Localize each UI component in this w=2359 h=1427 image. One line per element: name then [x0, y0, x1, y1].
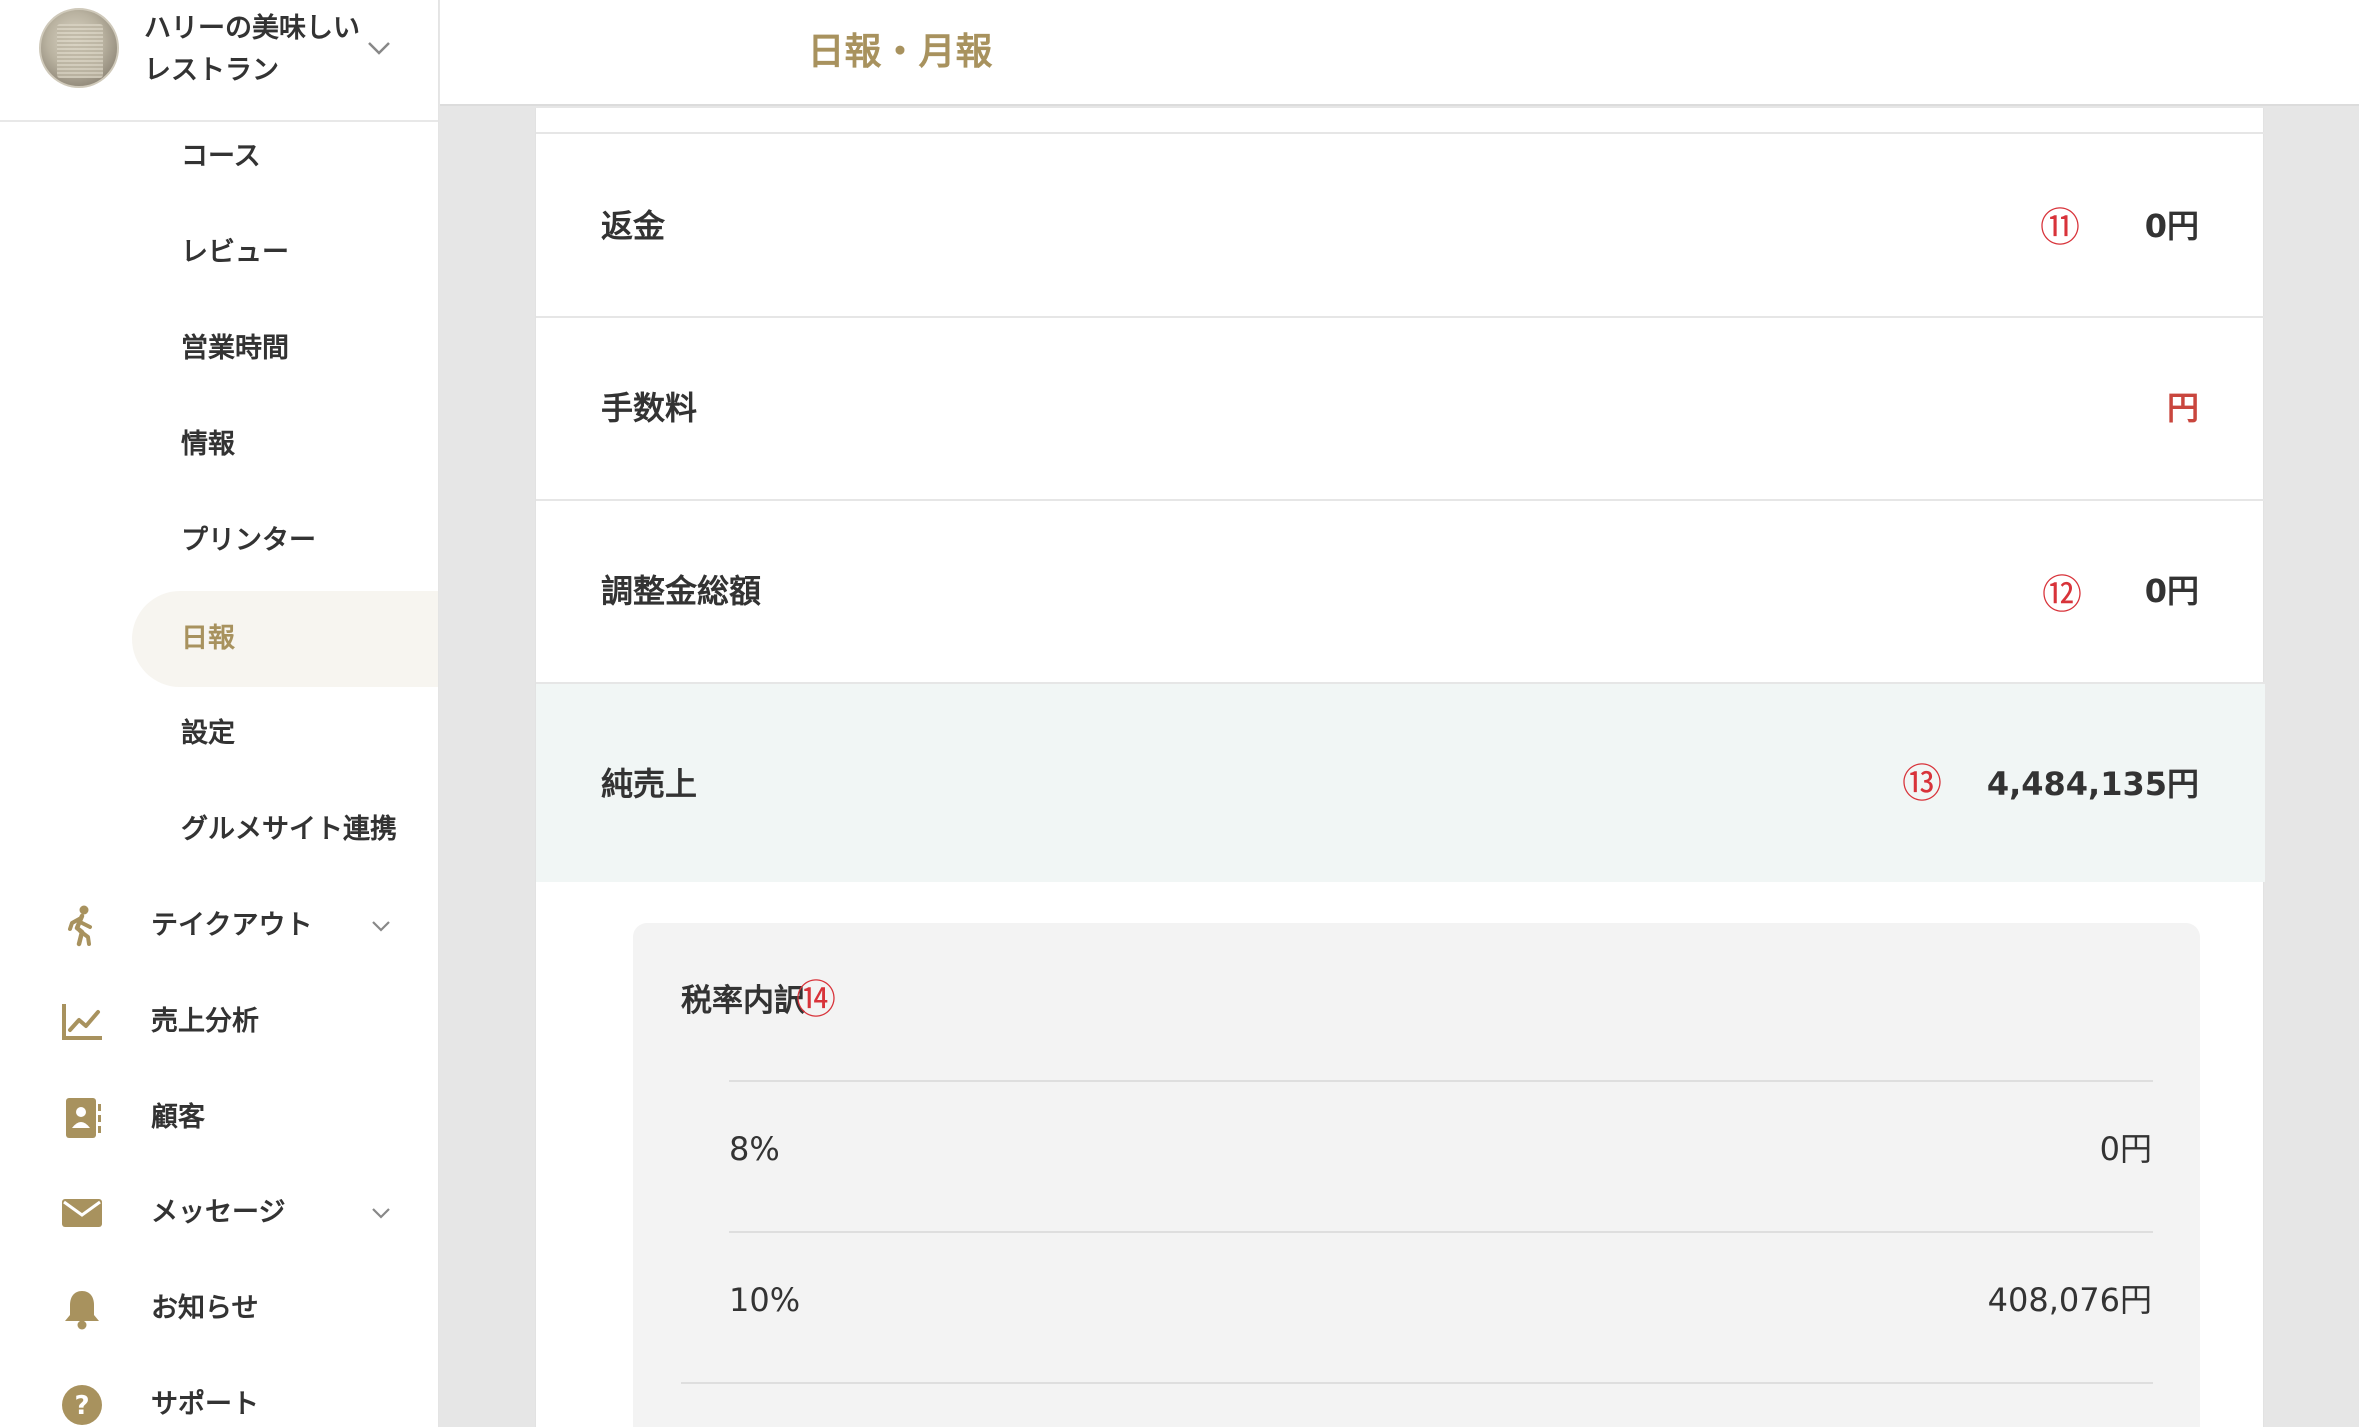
tax-rate-10: 10%: [729, 1281, 801, 1319]
top-bar: 日報・月報: [440, 0, 2359, 106]
shop-name: ハリーの美味しい レストラン: [144, 8, 374, 92]
page-title: 日報・月報: [807, 30, 993, 73]
sidebar: ハリーの美味しい レストラン コース レビュー 営業時間 情報 プリンター 日報…: [0, 0, 439, 1427]
sidebar-item-settings[interactable]: 設定: [181, 714, 235, 754]
adjustment-label: 調整金総額: [601, 572, 762, 610]
sidebar-item-business-hours[interactable]: 営業時間: [181, 329, 289, 369]
envelope-icon: [62, 1199, 102, 1227]
line-chart-icon: [62, 1004, 102, 1040]
active-item-highlight: [132, 591, 438, 687]
shop-name-line2: レストラン: [144, 55, 279, 86]
annotation-marker-13: ⑬: [1902, 761, 1942, 807]
fee-row: 手数料 円: [536, 316, 2265, 499]
sidebar-item-label: 売上分析: [151, 1006, 259, 1037]
bell-icon: [65, 1291, 99, 1330]
sidebar-item-notices[interactable]: お知らせ: [0, 1279, 438, 1339]
sidebar-item-daily-report[interactable]: 日報: [181, 619, 235, 659]
sidebar-item-printer[interactable]: プリンター: [181, 521, 316, 561]
sidebar-item-label: メッセージ: [151, 1197, 286, 1228]
net-sales-label: 純売上: [601, 765, 698, 803]
shop-selector[interactable]: ハリーの美味しい レストラン: [0, 0, 438, 122]
divider: [729, 1080, 2153, 1082]
annotation-marker-11: ⑪: [2040, 205, 2080, 251]
divider: [681, 1382, 2153, 1384]
fee-label: 手数料: [601, 389, 698, 427]
sidebar-item-courses[interactable]: コース: [181, 137, 261, 177]
sidebar-item-info[interactable]: 情報: [181, 425, 235, 465]
sidebar-item-support[interactable]: ? サポート: [0, 1375, 438, 1427]
tax-rate-8: 8%: [729, 1130, 780, 1168]
refund-value: 0円: [2144, 207, 2199, 245]
sidebar-item-label: お知らせ: [151, 1293, 259, 1324]
sidebar-item-messages[interactable]: メッセージ: [0, 1183, 438, 1243]
fee-value: 円: [2166, 389, 2199, 427]
refund-label: 返金: [601, 207, 666, 245]
sidebar-item-takeout[interactable]: テイクアウト: [0, 896, 438, 956]
tax-amount-10: 408,076円: [1987, 1281, 2152, 1319]
contact-book-icon: [66, 1098, 101, 1138]
app-root: ハリーの美味しい レストラン コース レビュー 営業時間 情報 プリンター 日報…: [0, 0, 2359, 1427]
adjustment-row: 調整金総額 ⑫ 0円: [536, 499, 2265, 682]
net-sales-row: 純売上 ⑬ 4,484,135円: [536, 682, 2265, 882]
help-circle-icon: ?: [62, 1385, 102, 1425]
svg-text:?: ?: [74, 1391, 89, 1421]
report-card: 返金 ⑪ 0円 手数料 円 調整金総額 ⑫ 0円 純売上 ⑬ 4,484,135…: [535, 108, 2265, 1427]
tax-breakdown-panel: 税率内訳 ⑭ 8% 0円 10% 408,076円: [633, 923, 2200, 1427]
sidebar-item-label: 顧客: [151, 1102, 205, 1133]
annotation-marker-12: ⑫: [2042, 572, 2082, 618]
chevron-down-icon: [372, 921, 390, 932]
chevron-down-icon[interactable]: [364, 33, 394, 63]
sidebar-item-gourmet-site[interactable]: グルメサイト連携: [181, 810, 397, 850]
shop-name-line1: ハリーの美味しい: [144, 13, 360, 44]
sidebar-item-customers[interactable]: 顧客: [0, 1088, 438, 1148]
chevron-down-icon: [372, 1208, 390, 1219]
tax-amount-8: 0円: [2099, 1130, 2152, 1168]
annotation-marker-14: ⑭: [796, 977, 836, 1023]
divider: [729, 1231, 2153, 1233]
sidebar-item-sales-analysis[interactable]: 売上分析: [0, 992, 438, 1052]
tax-breakdown-title: 税率内訳: [681, 983, 805, 1019]
sidebar-item-reviews[interactable]: レビュー: [181, 233, 289, 273]
adjustment-value: 0円: [2144, 572, 2199, 610]
sidebar-item-label: サポート: [151, 1389, 259, 1420]
shop-avatar: [39, 8, 119, 88]
refund-row: 返金 ⑪ 0円: [536, 132, 2265, 316]
walking-person-icon: [68, 905, 92, 947]
sidebar-item-label: テイクアウト: [151, 910, 313, 941]
net-sales-value: 4,484,135円: [1986, 765, 2199, 803]
